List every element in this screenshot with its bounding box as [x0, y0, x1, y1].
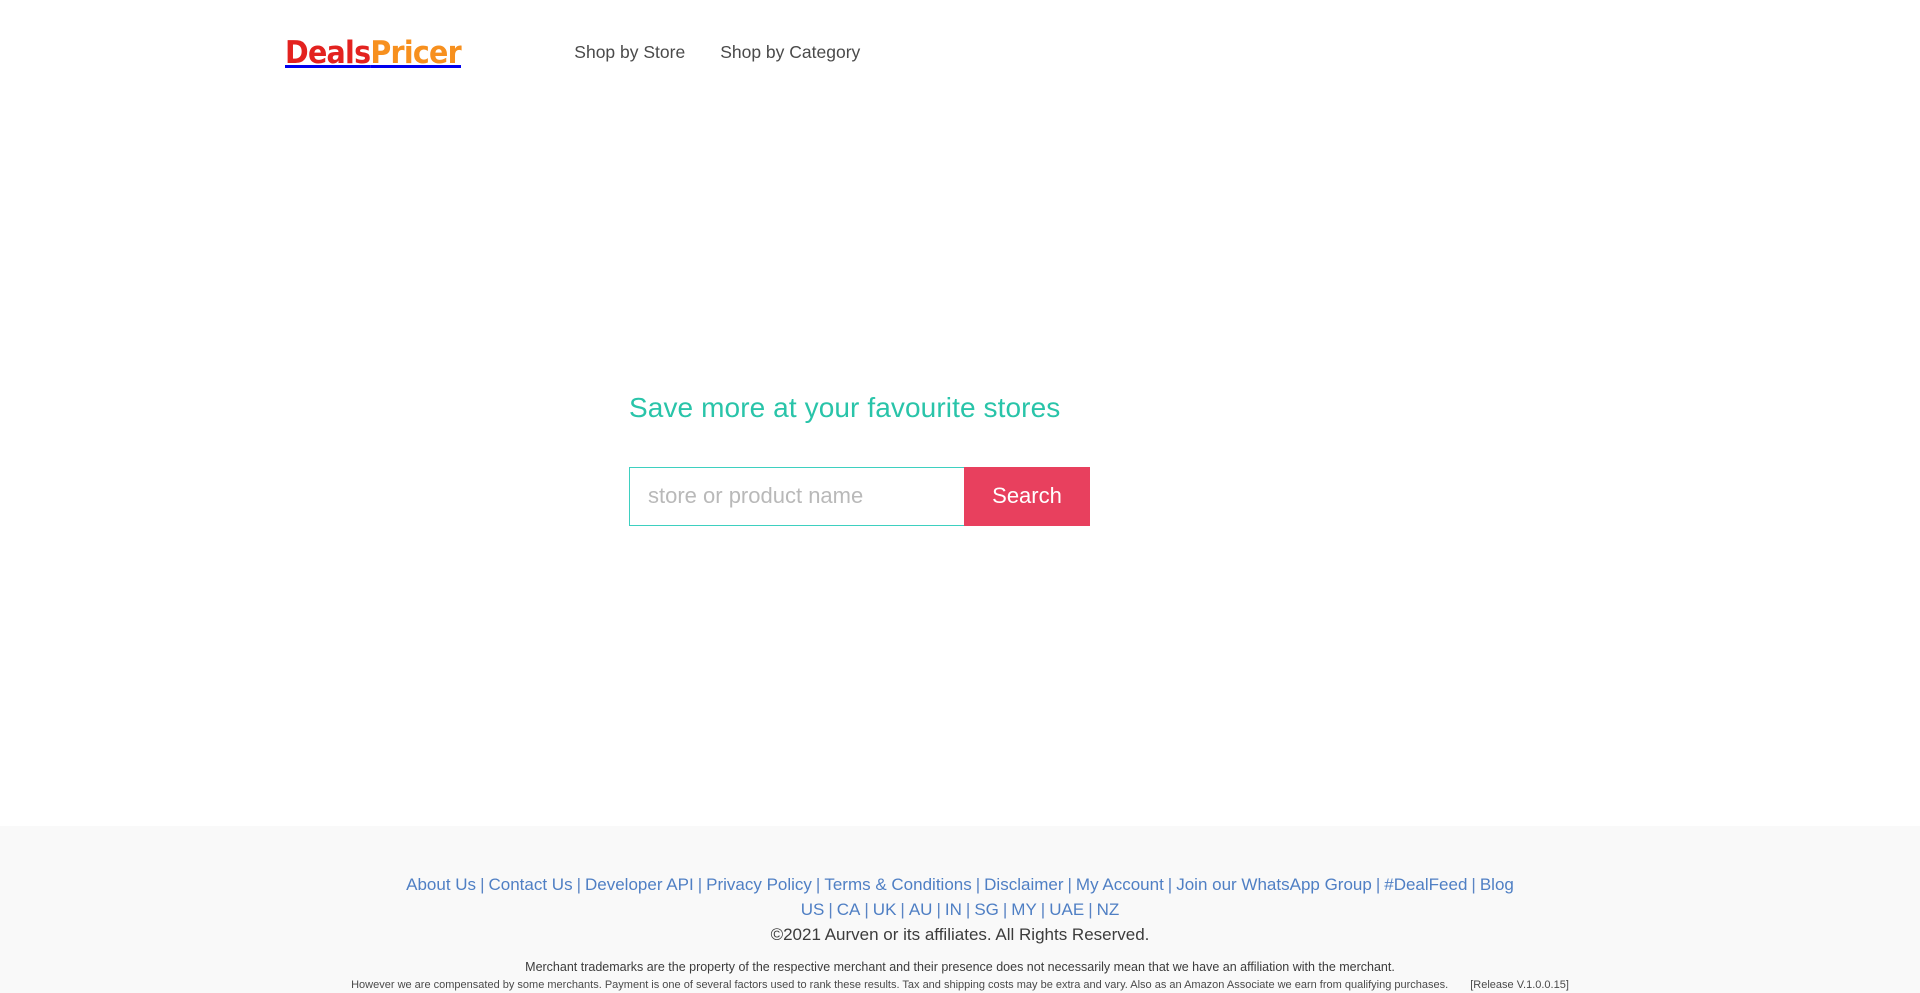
footer-link-privacy-policy[interactable]: Privacy Policy	[706, 875, 812, 894]
footer-link-disclaimer[interactable]: Disclaimer	[984, 875, 1063, 894]
logo-text-deals: Deals	[285, 34, 371, 71]
country-link-ca[interactable]: CA	[837, 900, 861, 919]
country-separator: |	[900, 900, 905, 919]
country-link-nz[interactable]: NZ	[1097, 900, 1120, 919]
footer-link-about-us[interactable]: About Us	[406, 875, 476, 894]
merchant-disclaimer-text: Merchant trademarks are the property of …	[525, 960, 1395, 974]
country-link-uae[interactable]: UAE	[1049, 900, 1084, 919]
footer-separator: |	[697, 875, 703, 894]
footer-country-row: US | CA | UK | AU | IN | SG | MY | UAE | NZ	[0, 897, 1920, 922]
page-title: Save more at your favourite stores	[629, 392, 1061, 423]
footer-separator: |	[480, 875, 485, 894]
search-input[interactable]	[629, 466, 964, 526]
footer-separator: |	[1471, 875, 1476, 894]
footer-link-dealfeed[interactable]: #DealFeed	[1384, 875, 1467, 894]
footer-link-developer-api[interactable]: Developer API	[585, 875, 694, 894]
country-separator: |	[1040, 900, 1046, 919]
hero-section: Save more at your favourite stores Searc…	[629, 391, 1329, 526]
country-link-uk[interactable]: UK	[873, 900, 897, 919]
nav-item-shop-by-category[interactable]: Shop by Category	[720, 44, 860, 62]
logo-text-pricer: Pricer	[370, 34, 461, 71]
footer-separator: |	[1067, 875, 1072, 894]
country-link-sg[interactable]: SG	[974, 900, 999, 919]
footer-separator: |	[576, 875, 581, 894]
footer-link-whatsapp-group[interactable]: Join our WhatsApp Group	[1176, 875, 1372, 894]
country-separator: |	[828, 900, 833, 919]
country-separator: |	[864, 900, 869, 919]
footer-link-my-account[interactable]: My Account	[1076, 875, 1164, 894]
footer-separator: |	[975, 875, 981, 894]
main-navigation: Shop by Store Shop by Category	[574, 44, 860, 62]
compensation-fineprint: However we are compensated by some merch…	[0, 978, 1920, 993]
footer-separator: |	[815, 875, 821, 894]
country-link-au[interactable]: AU	[909, 900, 933, 919]
country-separator: |	[1088, 900, 1093, 919]
country-separator: |	[936, 900, 941, 919]
release-version: [Release V.1.0.0.15]	[1470, 979, 1569, 991]
footer-link-terms-conditions[interactable]: Terms & Conditions	[824, 875, 971, 894]
country-link-in[interactable]: IN	[945, 900, 962, 919]
footer-separator: |	[1375, 875, 1381, 894]
page-root: DealsPricer Shop by Store Shop by Catego…	[0, 0, 1920, 993]
country-separator: |	[1002, 900, 1008, 919]
site-logo[interactable]: DealsPricer	[285, 34, 462, 71]
fineprint-text: However we are compensated by some merch…	[351, 979, 1449, 991]
site-footer: About Us | Contact Us | Developer API | Privac…	[0, 826, 1920, 993]
country-link-my[interactable]: MY	[1011, 900, 1037, 919]
footer-links-row: About Us | Contact Us | Developer API | Privac…	[0, 872, 1920, 897]
main-content: Save more at your favourite stores Searc…	[0, 106, 1920, 826]
footer-link-blog[interactable]: Blog	[1480, 875, 1514, 894]
nav-item-shop-by-store[interactable]: Shop by Store	[574, 44, 685, 62]
country-separator: |	[965, 900, 971, 919]
site-header: DealsPricer Shop by Store Shop by Catego…	[0, 0, 1920, 106]
search-form: Search	[629, 466, 1090, 526]
country-link-us[interactable]: US	[801, 900, 825, 919]
search-button[interactable]: Search	[964, 466, 1090, 526]
footer-separator: |	[1167, 875, 1173, 894]
copyright-text: ©2021 Aurven or its affiliates. All Righ…	[770, 925, 1150, 944]
footer-link-contact-us[interactable]: Contact Us	[488, 875, 572, 894]
